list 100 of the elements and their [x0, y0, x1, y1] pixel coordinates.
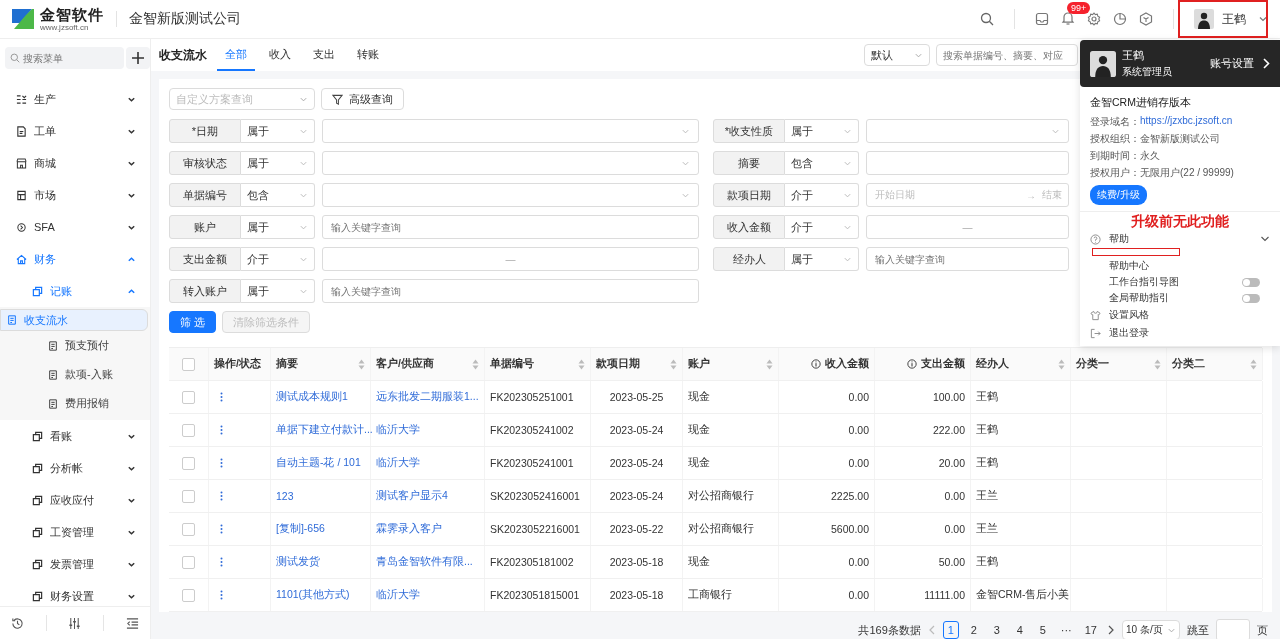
operator-select[interactable]: 介于: [785, 215, 859, 239]
checkbox[interactable]: [182, 390, 195, 404]
menu-item[interactable]: 财务: [0, 243, 150, 275]
menu-item[interactable]: 款项-入账: [0, 360, 150, 389]
pie-chart-icon[interactable]: [1113, 12, 1127, 26]
checkbox[interactable]: [182, 423, 195, 437]
table-link[interactable]: 测试客户显示4: [376, 489, 448, 503]
value-select[interactable]: [322, 183, 699, 207]
menu-item[interactable]: 收支流水: [0, 309, 148, 331]
page-button[interactable]: 1: [942, 621, 959, 639]
user-button[interactable]: 王鹤: [1194, 9, 1252, 29]
sort-select[interactable]: 默认: [864, 44, 930, 66]
page-button[interactable]: 3: [988, 621, 1005, 639]
next-page-icon[interactable]: [1107, 625, 1115, 635]
previous-page-icon[interactable]: [927, 625, 936, 635]
table-link[interactable]: 青岛金智软件有限...: [376, 555, 473, 569]
toggle-switch[interactable]: [1242, 293, 1260, 303]
menu-item[interactable]: 看账: [0, 420, 150, 452]
sliders-icon[interactable]: [68, 616, 82, 630]
menu-item[interactable]: 应收应付: [0, 484, 150, 516]
upgrade-button[interactable]: 续费/升级: [1090, 185, 1147, 205]
menu-item[interactable]: 费用报销: [0, 389, 150, 418]
tab[interactable]: 转账: [349, 39, 387, 71]
more-icon[interactable]: [220, 491, 223, 501]
settings-icon[interactable]: [1087, 12, 1101, 26]
toggle-switch[interactable]: [1242, 277, 1260, 287]
table-link[interactable]: 临沂大学: [376, 588, 420, 602]
menu-search-field[interactable]: 搜索菜单: [5, 47, 124, 69]
operator-select[interactable]: 属于: [241, 279, 315, 303]
table-link[interactable]: 临沂大学: [376, 456, 420, 470]
more-icon[interactable]: [220, 392, 223, 402]
value-field[interactable]: [866, 151, 1069, 175]
add-button[interactable]: [126, 47, 150, 69]
table-link[interactable]: [复制]-656: [276, 522, 325, 536]
filter-button[interactable]: 筛 选: [169, 311, 217, 333]
more-icon[interactable]: [220, 425, 223, 435]
operator-select[interactable]: 属于: [241, 119, 315, 143]
operator-select[interactable]: 包含: [785, 151, 859, 175]
caret-icon[interactable]: [1258, 14, 1268, 24]
help-center-link[interactable]: 帮助中心: [1109, 259, 1260, 273]
account-settings-link[interactable]: 账号设置: [1210, 56, 1254, 71]
table-link[interactable]: 1101(其他方式): [276, 588, 350, 602]
page-button[interactable]: 17: [1081, 621, 1100, 639]
value-field[interactable]: 输入关键字查询: [322, 279, 699, 303]
sort-icon[interactable]: [358, 358, 365, 370]
hexagon-icon[interactable]: [1139, 12, 1153, 26]
checkbox[interactable]: [182, 555, 195, 569]
menu-item[interactable]: 市场: [0, 179, 150, 211]
sort-icon[interactable]: [1058, 358, 1065, 370]
checkbox[interactable]: [182, 456, 195, 470]
tab[interactable]: 收入: [261, 39, 299, 71]
value-field[interactable]: 输入关键字查询: [866, 247, 1069, 271]
sort-icon[interactable]: [1250, 358, 1257, 370]
page-button[interactable]: 4: [1011, 621, 1028, 639]
checkbox[interactable]: [182, 357, 195, 371]
advanced-search-button[interactable]: 高级查询: [321, 88, 404, 110]
history-icon[interactable]: [10, 616, 24, 630]
table-link[interactable]: 测试发货: [276, 555, 320, 569]
domain-link[interactable]: https://jzxbc.jzsoft.cn: [1140, 115, 1233, 129]
value-select[interactable]: [866, 119, 1069, 143]
table-link[interactable]: 临沂大学: [376, 423, 420, 437]
sort-icon[interactable]: [578, 358, 585, 370]
menu-item[interactable]: 帮助: [1090, 230, 1270, 248]
table-link[interactable]: 霖霁录入客户: [376, 522, 442, 536]
value-field[interactable]: 输入关键字查询: [322, 215, 699, 239]
menu-item[interactable]: 商城: [0, 147, 150, 179]
inbox-icon[interactable]: [1035, 12, 1049, 26]
menu-item[interactable]: 预支预付: [0, 331, 150, 360]
operator-select[interactable]: 属于: [785, 247, 859, 271]
operator-select[interactable]: 介于: [241, 247, 315, 271]
operator-select[interactable]: 属于: [785, 119, 859, 143]
operator-select[interactable]: 属于: [241, 151, 315, 175]
sort-icon[interactable]: [1154, 358, 1161, 370]
tab[interactable]: 支出: [305, 39, 343, 71]
page-button[interactable]: 2: [965, 621, 982, 639]
table-link[interactable]: 远东批发二期服装1...: [376, 390, 479, 404]
operator-select[interactable]: 包含: [241, 183, 315, 207]
operator-select[interactable]: 属于: [241, 215, 315, 239]
checkbox[interactable]: [182, 588, 195, 602]
menu-item[interactable]: 记账: [0, 275, 150, 307]
table-link[interactable]: 123: [276, 490, 294, 502]
collapse-menu-icon[interactable]: [126, 616, 140, 630]
more-icon[interactable]: [220, 590, 223, 600]
operator-select[interactable]: 介于: [785, 183, 859, 207]
value-select[interactable]: [322, 119, 699, 143]
menu-item[interactable]: 设置风格: [1090, 306, 1270, 324]
menu-item[interactable]: 工资管理: [0, 516, 150, 548]
value-select[interactable]: [322, 151, 699, 175]
more-icon[interactable]: [220, 557, 223, 567]
page-button[interactable]: 5: [1034, 621, 1051, 639]
menu-item[interactable]: 退出登录: [1090, 324, 1270, 342]
menu-item[interactable]: 财务设置: [0, 580, 150, 606]
page-button[interactable]: ···: [1057, 621, 1075, 639]
menu-item[interactable]: SFA: [0, 211, 150, 243]
table-link[interactable]: 测试成本规则1: [276, 390, 348, 404]
bell-icon[interactable]: [1061, 11, 1075, 25]
more-icon[interactable]: [220, 524, 223, 534]
sort-icon[interactable]: [472, 358, 479, 370]
page-number-field[interactable]: [1216, 619, 1250, 639]
sort-icon[interactable]: [766, 358, 773, 370]
